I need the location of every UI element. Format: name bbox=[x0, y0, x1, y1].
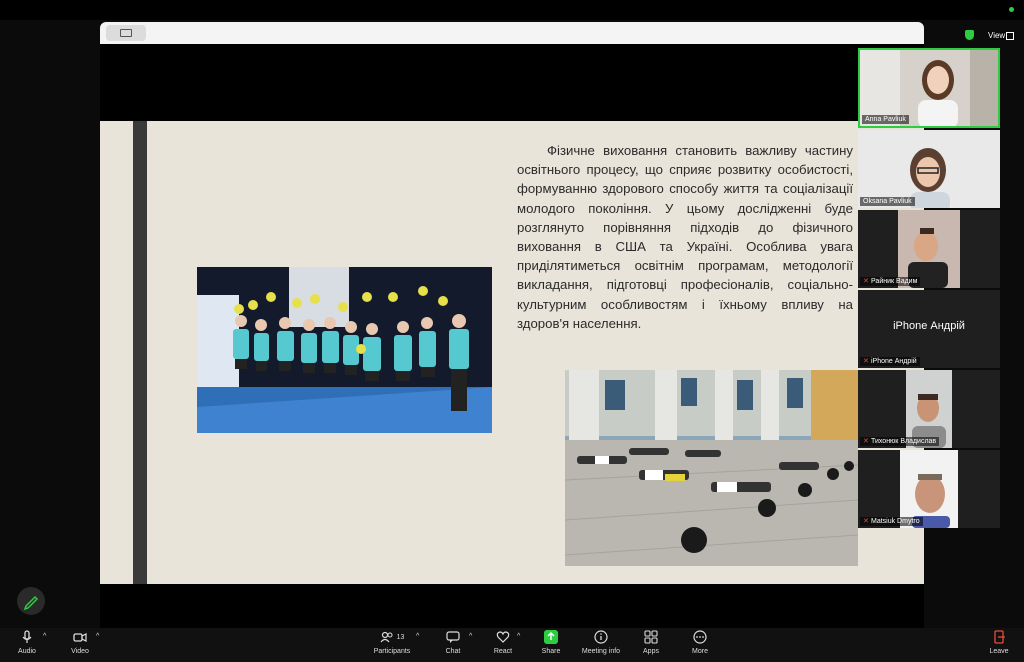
meeting-info-button[interactable]: Meeting info bbox=[579, 630, 623, 655]
participants-options-chevron-icon[interactable]: ^ bbox=[416, 633, 419, 640]
leave-button[interactable]: Leave bbox=[977, 630, 1021, 655]
participant-name-label: ✕ Райник Вадим bbox=[860, 277, 921, 286]
participant-name-label: ✕ iPhone Андрій bbox=[860, 357, 920, 366]
share-button[interactable]: Share bbox=[529, 630, 573, 655]
pencil-icon bbox=[23, 595, 39, 611]
more-button[interactable]: More bbox=[678, 630, 722, 655]
participants-count: 13 bbox=[396, 633, 405, 641]
presentation-slide: Фізичне виховання становить важливу част… bbox=[100, 121, 924, 584]
chat-label: Chat bbox=[445, 648, 461, 655]
microphone-icon bbox=[22, 630, 32, 643]
leave-icon bbox=[994, 630, 1005, 644]
muted-mic-icon: ✕ bbox=[863, 278, 869, 285]
muted-mic-icon: ✕ bbox=[863, 438, 869, 445]
video-label: Video bbox=[71, 648, 89, 655]
team-photo-image bbox=[197, 267, 492, 433]
pushups-photo bbox=[565, 370, 858, 566]
apps-label: Apps bbox=[643, 648, 659, 655]
sidebar-icon bbox=[120, 29, 132, 37]
chat-options-chevron-icon[interactable]: ^ bbox=[469, 633, 472, 640]
participant-name: Тихонюк Владислав bbox=[871, 438, 937, 445]
team-photo bbox=[197, 267, 492, 433]
audio-options-chevron-icon[interactable]: ^ bbox=[43, 633, 46, 640]
participant-name: Райник Вадим bbox=[871, 278, 918, 285]
camera-icon bbox=[73, 633, 87, 642]
shared-screen-header bbox=[100, 22, 924, 44]
apps-icon bbox=[644, 630, 658, 644]
participant-name-label: Anna Pavliuk bbox=[862, 115, 909, 124]
annotate-button[interactable] bbox=[17, 587, 45, 615]
participant-tile[interactable]: Oksana Pavliuk bbox=[858, 130, 1000, 208]
participant-tile[interactable]: ✕ Matsiuk Dmytro bbox=[858, 450, 1000, 528]
participant-tile[interactable]: ✕ Тихонюк Владислав bbox=[858, 370, 1000, 448]
info-icon bbox=[594, 630, 608, 644]
more-label: More bbox=[692, 648, 708, 655]
recording-indicator-icon bbox=[1009, 7, 1014, 12]
participants-icon bbox=[380, 631, 393, 643]
audio-label: Audio bbox=[18, 648, 36, 655]
participant-name-label: Oksana Pavliuk bbox=[860, 197, 915, 206]
meeting-info-label: Meeting info bbox=[581, 648, 621, 655]
pushups-photo-image bbox=[565, 370, 858, 566]
participant-center-name: iPhone Андрій bbox=[893, 320, 965, 332]
participant-name: Matsiuk Dmytro bbox=[871, 518, 920, 525]
muted-mic-icon: ✕ bbox=[863, 358, 869, 365]
grid-view-icon[interactable] bbox=[1006, 32, 1014, 40]
shared-screen[interactable]: Фізичне виховання становить важливу част… bbox=[100, 22, 924, 628]
slide-paragraph: Фізичне виховання становить важливу част… bbox=[517, 143, 853, 331]
participant-name-label: ✕ Тихонюк Владислав bbox=[860, 437, 940, 446]
participant-name: iPhone Андрій bbox=[871, 358, 917, 365]
sidebar-toggle-button[interactable] bbox=[106, 25, 146, 41]
participants-label: Participants bbox=[373, 648, 411, 655]
video-options-chevron-icon[interactable]: ^ bbox=[96, 633, 99, 640]
more-icon bbox=[693, 630, 707, 644]
participants-button[interactable]: 13 Participants bbox=[370, 630, 414, 655]
share-screen-icon bbox=[544, 630, 558, 644]
participant-name-label: ✕ Matsiuk Dmytro bbox=[860, 517, 923, 526]
participant-tile[interactable]: ✕ Райник Вадим bbox=[858, 210, 1000, 288]
participant-name: Oksana Pavliuk bbox=[863, 198, 912, 205]
leave-label: Leave bbox=[989, 648, 1009, 655]
react-options-chevron-icon[interactable]: ^ bbox=[517, 633, 520, 640]
heart-icon bbox=[496, 631, 510, 643]
react-label: React bbox=[493, 648, 513, 655]
participant-tile[interactable]: iPhone Андрій ✕ iPhone Андрій bbox=[858, 290, 1000, 368]
participant-tile[interactable]: Anna Pavliuk bbox=[858, 48, 1000, 128]
share-label: Share bbox=[541, 648, 561, 655]
chat-icon bbox=[446, 631, 460, 643]
view-button[interactable]: View bbox=[988, 31, 1005, 40]
security-shield-icon[interactable] bbox=[965, 30, 974, 40]
muted-mic-icon: ✕ bbox=[863, 518, 869, 525]
participant-name: Anna Pavliuk bbox=[865, 116, 906, 123]
slide-stripe bbox=[133, 121, 147, 584]
apps-button[interactable]: Apps bbox=[629, 630, 673, 655]
top-system-bar bbox=[0, 0, 1024, 20]
